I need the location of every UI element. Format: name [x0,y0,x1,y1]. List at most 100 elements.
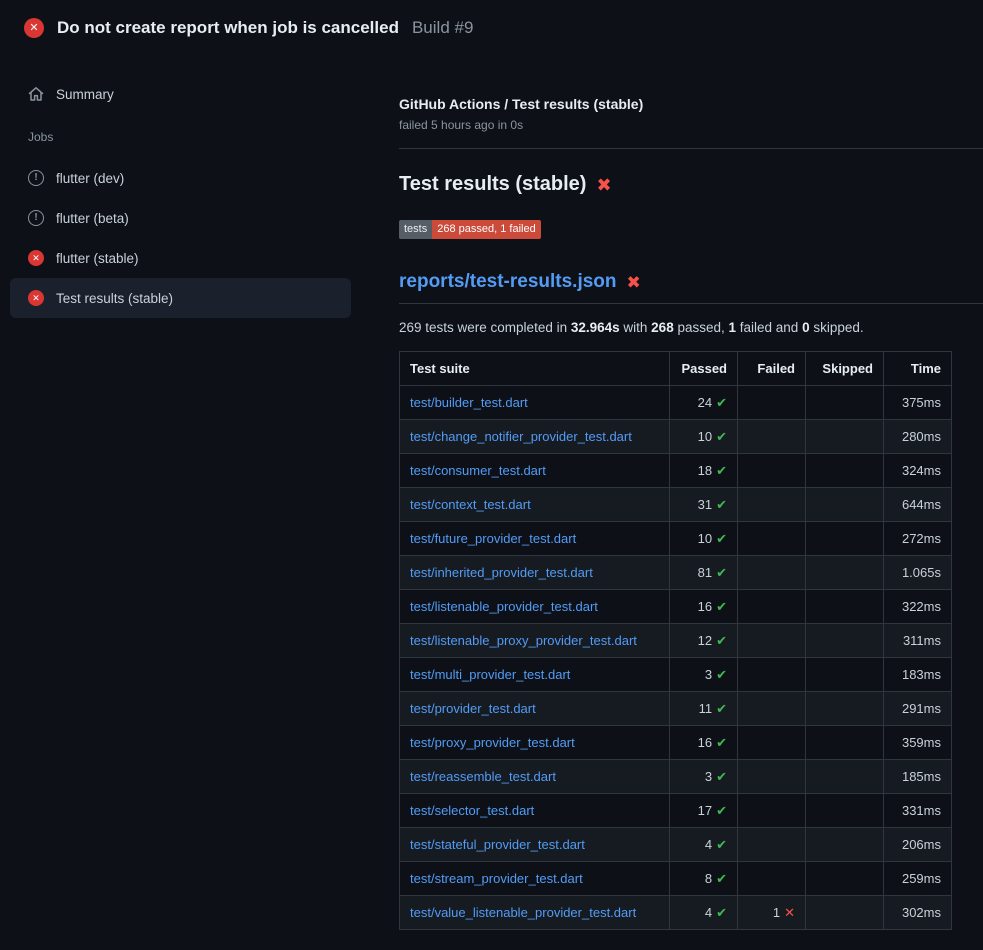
column-header-failed: Failed [738,352,806,386]
test-suite-cell: test/reassemble_test.dart [400,760,670,794]
x-circle-icon: ✕ [24,18,44,38]
table-row: test/listenable_provider_test.dart 16✔ 3… [400,590,952,624]
passed-cell: 4✔ [670,828,738,862]
test-suite-link[interactable]: test/provider_test.dart [410,701,536,716]
test-suite-link[interactable]: test/change_notifier_provider_test.dart [410,429,632,444]
test-suite-link[interactable]: test/consumer_test.dart [410,463,546,478]
divider [399,148,983,149]
time-cell: 359ms [884,726,952,760]
failed-cell: 1✕ [738,896,806,930]
failed-x-icon: ✖ [596,176,611,194]
sidebar-item-summary[interactable]: Summary [10,76,351,112]
check-icon: ✔ [716,905,727,920]
sidebar: Summary Jobs ! flutter (dev) ! flutter (… [0,56,375,950]
summary-text: with [620,320,652,335]
passed-count: 18 [698,463,712,478]
time-cell: 291ms [884,692,952,726]
test-suite-cell: test/context_test.dart [400,488,670,522]
time-cell: 311ms [884,624,952,658]
test-suite-cell: test/multi_provider_test.dart [400,658,670,692]
passed-count: 12 [698,633,712,648]
sidebar-item-test-results-stable[interactable]: ✕ Test results (stable) [10,278,351,318]
summary-text: 269 tests were completed in [399,320,571,335]
section-title: Test results (stable) ✖ [399,173,983,196]
passed-count: 24 [698,395,712,410]
test-suite-cell: test/consumer_test.dart [400,454,670,488]
test-suite-link[interactable]: test/value_listenable_provider_test.dart [410,905,636,920]
passed-count: 31 [698,497,712,512]
test-suite-cell: test/proxy_provider_test.dart [400,726,670,760]
test-suite-cell: test/provider_test.dart [400,692,670,726]
passed-count: 8 [705,871,712,886]
time-cell: 280ms [884,420,952,454]
sidebar-item-flutter-beta[interactable]: ! flutter (beta) [10,198,351,238]
test-suite-link[interactable]: test/stateful_provider_test.dart [410,837,585,852]
check-icon: ✔ [716,735,727,750]
test-suite-link[interactable]: test/context_test.dart [410,497,531,512]
page-layout: Summary Jobs ! flutter (dev) ! flutter (… [0,56,983,950]
failed-cell [738,692,806,726]
time-cell: 302ms [884,896,952,930]
test-suite-cell: test/builder_test.dart [400,386,670,420]
column-header-passed: Passed [670,352,738,386]
test-suite-link[interactable]: test/stream_provider_test.dart [410,871,583,886]
check-icon: ✔ [716,429,727,444]
summary-text: failed and [736,320,802,335]
test-suite-link[interactable]: test/multi_provider_test.dart [410,667,570,682]
test-suite-link[interactable]: test/reassemble_test.dart [410,769,556,784]
tests-badge: tests 268 passed, 1 failed [399,220,541,239]
results-table-body: test/builder_test.dart 24✔ 375ms test/ch… [400,386,952,930]
table-row: test/proxy_provider_test.dart 16 ✔ 359ms [400,726,952,760]
alert-circle-icon: ! [28,170,44,186]
test-suite-link[interactable]: test/selector_test.dart [410,803,534,818]
check-icon: ✔ [716,701,727,716]
passed-count: 10 [698,429,712,444]
skipped-cell [806,420,884,454]
test-suite-link[interactable]: test/future_provider_test.dart [410,531,576,546]
column-header-time: Time [884,352,952,386]
failed-x-icon: ✖ [627,274,641,291]
passed-cell: 16✔ [670,590,738,624]
jobs-section-heading: Jobs [10,130,351,144]
table-row: test/context_test.dart 31✔ 644ms [400,488,952,522]
check-icon: ✔ [716,837,727,852]
test-suite-link[interactable]: test/listenable_provider_test.dart [410,599,598,614]
report-file-link[interactable]: reports/test-results.json [399,271,617,293]
skipped-cell [806,556,884,590]
failed-cell [738,556,806,590]
failed-cell [738,828,806,862]
table-row: test/provider_test.dart 11✔ 291ms [400,692,952,726]
tests-summary-line: 269 tests were completed in 32.964s with… [399,320,983,335]
alert-circle-icon: ! [28,210,44,226]
test-suite-link[interactable]: test/inherited_provider_test.dart [410,565,593,580]
test-suite-link[interactable]: test/builder_test.dart [410,395,528,410]
failed-cell [738,658,806,692]
failed-cell [738,386,806,420]
test-suite-cell: test/stream_provider_test.dart [400,862,670,896]
job-label: flutter (stable) [56,251,139,266]
passed-cell: 81✔ [670,556,738,590]
test-suite-link[interactable]: test/proxy_provider_test.dart [410,735,575,750]
summary-text: skipped. [810,320,864,335]
x-icon: ✕ [784,905,795,920]
test-suite-cell: test/stateful_provider_test.dart [400,828,670,862]
passed-count: 11 [699,701,713,716]
sidebar-item-flutter-dev[interactable]: ! flutter (dev) [10,158,351,198]
table-row: test/consumer_test.dart 18✔ 324ms [400,454,952,488]
test-suite-link[interactable]: test/listenable_proxy_provider_test.dart [410,633,637,648]
passed-cell: 18✔ [670,454,738,488]
time-cell: 322ms [884,590,952,624]
sidebar-item-flutter-stable[interactable]: ✕ flutter (stable) [10,238,351,278]
job-label: flutter (beta) [56,211,129,226]
check-icon: ✔ [716,871,727,886]
failed-cell [738,522,806,556]
skipped-cell [806,624,884,658]
home-icon [28,86,44,102]
passed-cell: 8✔ [670,862,738,896]
failed-cell [738,726,806,760]
skipped-cell [806,488,884,522]
check-icon: ✔ [716,497,727,512]
passed-cell: 3✔ [670,658,738,692]
test-suite-cell: test/change_notifier_provider_test.dart [400,420,670,454]
passed-count: 16 [698,735,712,750]
